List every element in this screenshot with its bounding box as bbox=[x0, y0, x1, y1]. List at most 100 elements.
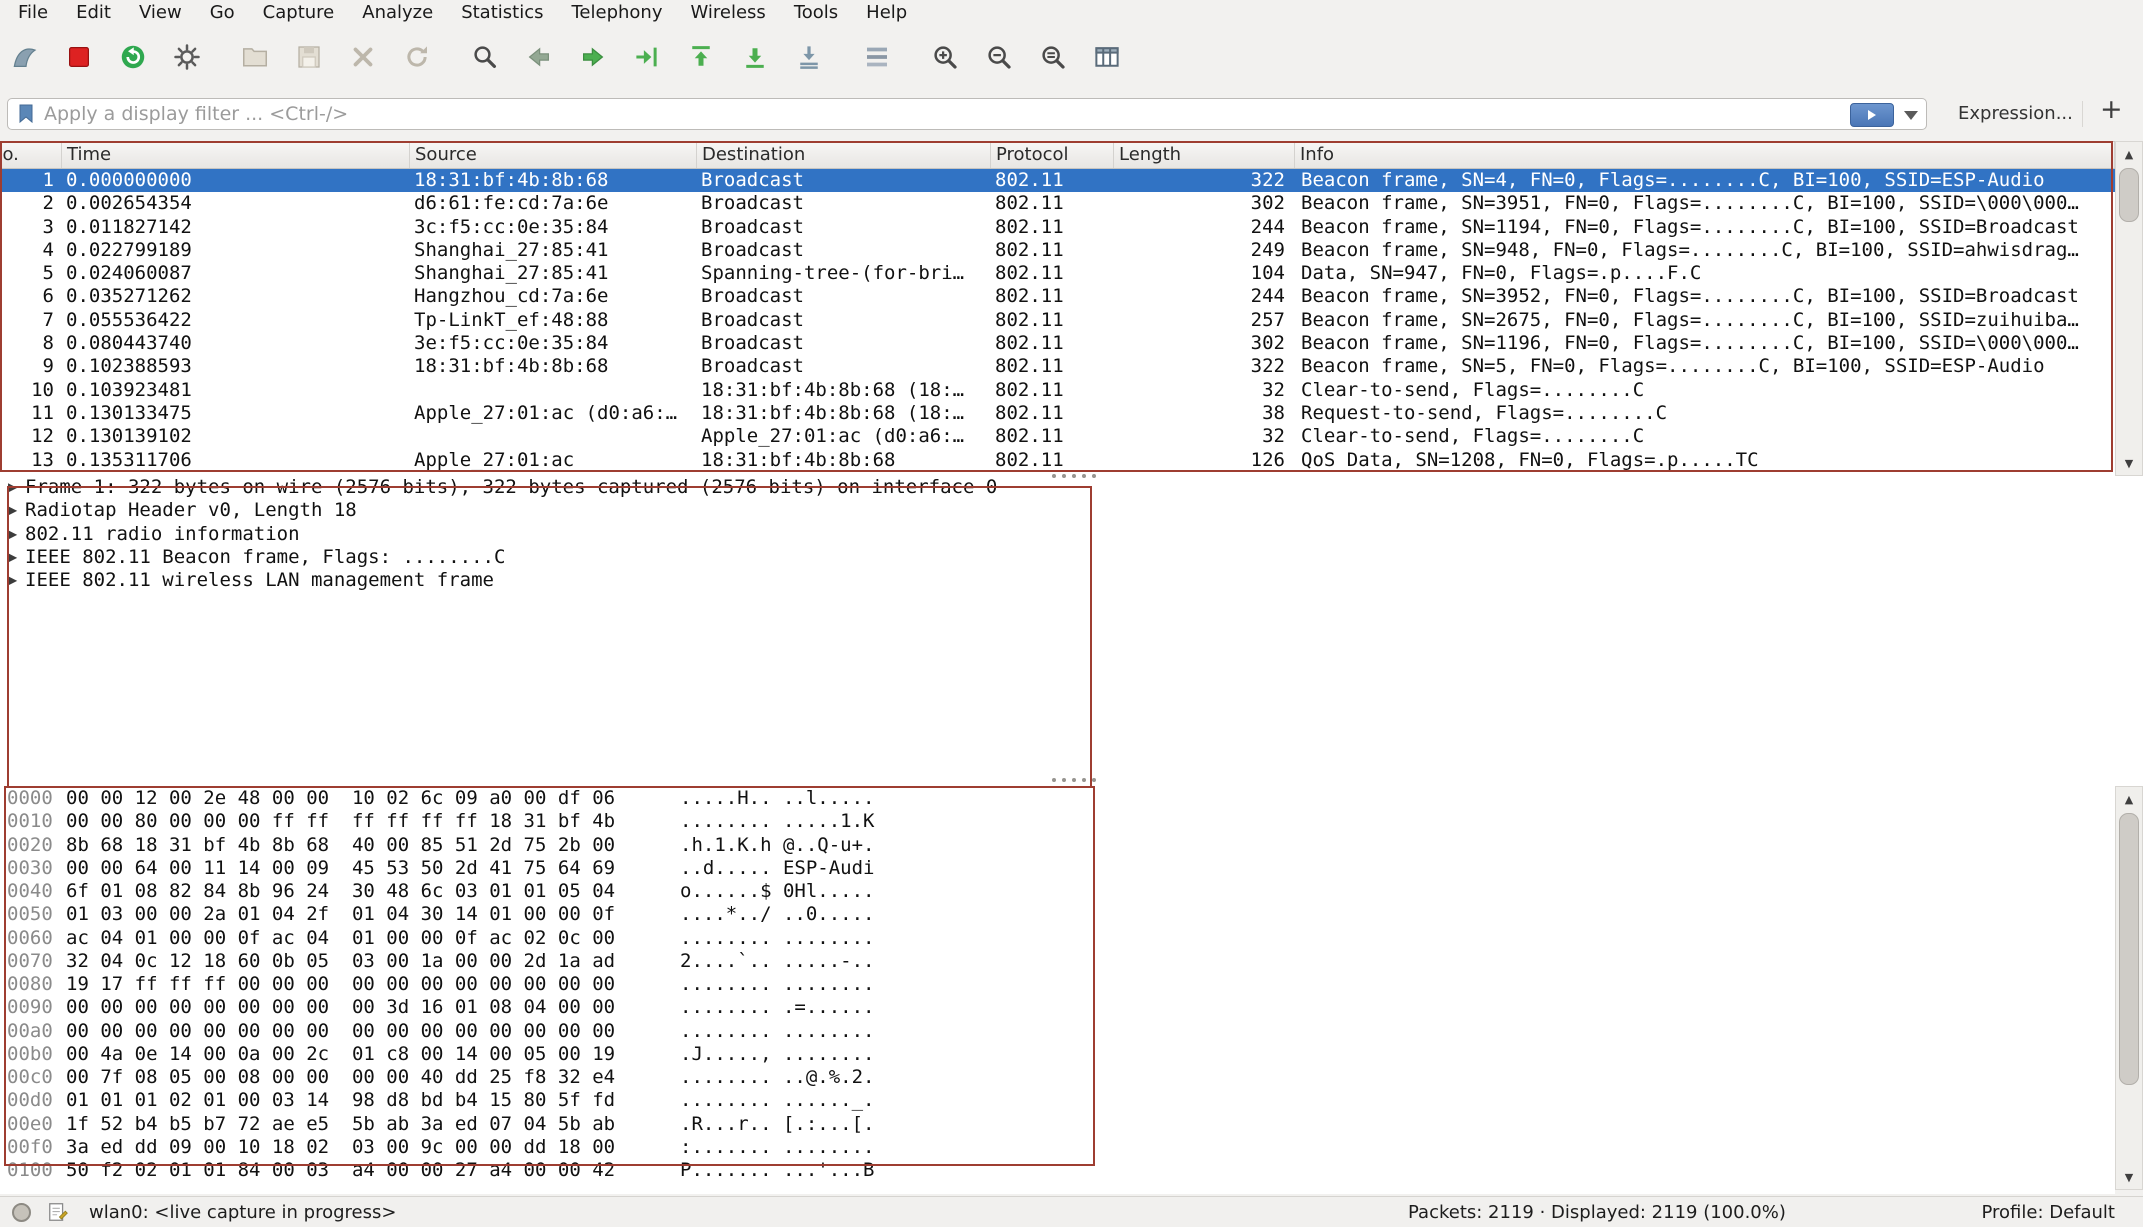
capture-options-button[interactable] bbox=[170, 38, 204, 76]
packet-row[interactable]: 2 0.002654354 d6:61:fe:cd:7a:6e Broadcas… bbox=[0, 192, 2115, 215]
packet-row[interactable]: 4 0.022799189 Shanghai_27:85:41 Broadcas… bbox=[0, 239, 2115, 262]
go-to-packet-button[interactable] bbox=[630, 38, 664, 76]
column-header-source[interactable]: Source bbox=[410, 142, 697, 168]
scrollbar-thumb[interactable] bbox=[2119, 813, 2139, 1085]
hex-row[interactable]: 00e0 1f 52 b4 b5 b7 72 ae e5 5b ab 3a ed… bbox=[0, 1113, 2115, 1136]
scroll-down-icon[interactable]: ▼ bbox=[2116, 451, 2142, 475]
detail-row[interactable]: ▶ 802.11 radio information bbox=[0, 523, 2143, 546]
zoom-reset-button[interactable] bbox=[1036, 38, 1070, 76]
column-header-no[interactable]: No. bbox=[0, 142, 62, 168]
packet-row[interactable]: 7 0.055536422 Tp-LinkT_ef:48:88 Broadcas… bbox=[0, 309, 2115, 332]
hex-row[interactable]: 0040 6f 01 08 82 84 8b 96 24 30 48 6c 03… bbox=[0, 880, 2115, 903]
restart-capture-button[interactable] bbox=[116, 38, 150, 76]
hex-row[interactable]: 0080 19 17 ff ff ff 00 00 00 00 00 00 00… bbox=[0, 973, 2115, 996]
hex-row[interactable]: 0070 32 04 0c 12 18 60 0b 05 03 00 1a 00… bbox=[0, 950, 2115, 973]
expert-info-icon[interactable] bbox=[12, 1203, 31, 1222]
expand-arrow-icon[interactable]: ▶ bbox=[8, 523, 20, 546]
menu-item[interactable]: Capture bbox=[249, 0, 349, 26]
packet-row[interactable]: 11 0.130133475 Apple_27:01:ac (d0:a6:… 1… bbox=[0, 402, 2115, 425]
hex-row[interactable]: 0050 01 03 00 00 2a 01 04 2f 01 04 30 14… bbox=[0, 903, 2115, 926]
packet-row[interactable]: 5 0.024060087 Shanghai_27:85:41 Spanning… bbox=[0, 262, 2115, 285]
column-header-info[interactable]: Info bbox=[1295, 142, 2115, 168]
expand-arrow-icon[interactable]: ▶ bbox=[8, 476, 20, 499]
hex-row[interactable]: 00b0 00 4a 0e 14 00 0a 00 2c 01 c8 00 14… bbox=[0, 1043, 2115, 1066]
hex-row[interactable]: 0090 00 00 00 00 00 00 00 00 00 3d 16 01… bbox=[0, 996, 2115, 1019]
menu-item[interactable]: Edit bbox=[62, 0, 125, 26]
menu-item[interactable]: Tools bbox=[780, 0, 852, 26]
packet-row[interactable]: 10 0.103923481 18:31:bf:4b:8b:68 (18:… 8… bbox=[0, 379, 2115, 402]
packet-row[interactable]: 12 0.130139102 Apple_27:01:ac (d0:a6:… 8… bbox=[0, 425, 2115, 448]
expression-button[interactable]: Expression... bbox=[1958, 103, 2073, 124]
close-file-button[interactable] bbox=[346, 38, 380, 76]
hex-row[interactable]: 00f0 3a ed dd 09 00 10 18 02 03 00 9c 00… bbox=[0, 1136, 2115, 1159]
reload-file-button[interactable] bbox=[400, 38, 434, 76]
packet-row[interactable]: 13 0.135311706 Apple_27:01:ac 18:31:bf:4… bbox=[0, 449, 2115, 472]
hex-row[interactable]: 0030 00 00 64 00 11 14 00 09 45 53 50 2d… bbox=[0, 857, 2115, 880]
packet-length-cell: 32 bbox=[1114, 379, 1295, 402]
hex-row[interactable]: 0100 50 f2 02 01 01 84 00 03 a4 00 00 27… bbox=[0, 1159, 2115, 1182]
zoom-in-button[interactable] bbox=[928, 38, 962, 76]
go-back-button[interactable] bbox=[522, 38, 556, 76]
detail-row[interactable]: ▶ Frame 1: 322 bytes on wire (2576 bits)… bbox=[0, 476, 2143, 499]
add-filter-button[interactable]: + bbox=[2100, 94, 2123, 125]
colorize-button[interactable] bbox=[860, 38, 894, 76]
scrollbar-thumb[interactable] bbox=[2119, 168, 2139, 222]
menu-item[interactable]: Go bbox=[196, 0, 249, 26]
menu-item[interactable]: File bbox=[4, 0, 62, 26]
packet-list-scrollbar[interactable]: ▲ ▼ bbox=[2115, 141, 2143, 476]
hex-row[interactable]: 0060 ac 04 01 00 00 0f ac 04 01 00 00 0f… bbox=[0, 927, 2115, 950]
profile-button[interactable]: Profile: Default bbox=[1981, 1202, 2115, 1223]
hex-row[interactable]: 0010 00 00 80 00 00 00 ff ff ff ff ff ff… bbox=[0, 810, 2115, 833]
column-header-length[interactable]: Length bbox=[1114, 142, 1295, 168]
start-capture-button[interactable] bbox=[8, 38, 42, 76]
column-header-destination[interactable]: Destination bbox=[697, 142, 991, 168]
filter-bookmark-icon[interactable] bbox=[16, 102, 36, 126]
scroll-up-icon[interactable]: ▲ bbox=[2116, 142, 2142, 166]
menu-item[interactable]: Analyze bbox=[348, 0, 447, 26]
column-header-time[interactable]: Time bbox=[62, 142, 410, 168]
hex-row[interactable]: 0000 00 00 12 00 2e 48 00 00 10 02 6c 09… bbox=[0, 787, 2115, 810]
capture-comment-icon[interactable] bbox=[47, 1201, 69, 1223]
packet-row[interactable]: 1 0.000000000 18:31:bf:4b:8b:68 Broadcas… bbox=[0, 169, 2115, 192]
detail-row[interactable]: ▶ IEEE 802.11 wireless LAN management fr… bbox=[0, 569, 2143, 592]
pane-splitter-handle[interactable] bbox=[1052, 778, 1056, 782]
scroll-up-icon[interactable]: ▲ bbox=[2116, 787, 2142, 811]
scroll-down-icon[interactable]: ▼ bbox=[2116, 1165, 2142, 1189]
detail-row[interactable]: ▶ IEEE 802.11 Beacon frame, Flags: .....… bbox=[0, 546, 2143, 569]
menu-item[interactable]: Statistics bbox=[447, 0, 557, 26]
display-filter-field[interactable] bbox=[7, 98, 1927, 130]
hex-row[interactable]: 00a0 00 00 00 00 00 00 00 00 00 00 00 00… bbox=[0, 1020, 2115, 1043]
save-file-button[interactable] bbox=[292, 38, 326, 76]
resize-columns-button[interactable] bbox=[1090, 38, 1124, 76]
zoom-out-button[interactable] bbox=[982, 38, 1016, 76]
menu-item[interactable]: Wireless bbox=[676, 0, 779, 26]
filter-dropdown-icon[interactable] bbox=[1904, 111, 1918, 120]
hex-row[interactable]: 0020 8b 68 18 31 bf 4b 8b 68 40 00 85 51… bbox=[0, 834, 2115, 857]
find-packet-button[interactable] bbox=[468, 38, 502, 76]
stop-capture-button[interactable] bbox=[62, 38, 96, 76]
auto-scroll-button[interactable] bbox=[792, 38, 826, 76]
packet-row[interactable]: 9 0.102388593 18:31:bf:4b:8b:68 Broadcas… bbox=[0, 355, 2115, 378]
go-forward-button[interactable] bbox=[576, 38, 610, 76]
hex-scrollbar[interactable]: ▲ ▼ bbox=[2115, 786, 2143, 1190]
packet-row[interactable]: 8 0.080443740 3e:f5:cc:0e:35:84 Broadcas… bbox=[0, 332, 2115, 355]
filter-apply-button[interactable] bbox=[1850, 103, 1894, 127]
menu-item[interactable]: Help bbox=[852, 0, 921, 26]
menu-item[interactable]: View bbox=[125, 0, 196, 26]
expand-arrow-icon[interactable]: ▶ bbox=[8, 569, 20, 592]
packet-source-cell: Apple_27:01:ac bbox=[410, 449, 697, 472]
packet-row[interactable]: 3 0.011827142 3c:f5:cc:0e:35:84 Broadcas… bbox=[0, 216, 2115, 239]
expand-arrow-icon[interactable]: ▶ bbox=[8, 499, 20, 522]
go-to-first-button[interactable] bbox=[684, 38, 718, 76]
hex-row[interactable]: 00d0 01 01 01 02 01 00 03 14 98 d8 bd b4… bbox=[0, 1089, 2115, 1112]
column-header-protocol[interactable]: Protocol bbox=[991, 142, 1114, 168]
open-file-button[interactable] bbox=[238, 38, 272, 76]
hex-row[interactable]: 00c0 00 7f 08 05 00 08 00 00 00 00 40 dd… bbox=[0, 1066, 2115, 1089]
expand-arrow-icon[interactable]: ▶ bbox=[8, 546, 20, 569]
display-filter-input[interactable] bbox=[44, 100, 1926, 128]
packet-row[interactable]: 6 0.035271262 Hangzhou_cd:7a:6e Broadcas… bbox=[0, 285, 2115, 308]
menu-item[interactable]: Telephony bbox=[557, 0, 676, 26]
pane-splitter-handle[interactable] bbox=[1052, 474, 1056, 478]
detail-row[interactable]: ▶ Radiotap Header v0, Length 18 bbox=[0, 499, 2143, 522]
go-to-last-button[interactable] bbox=[738, 38, 772, 76]
